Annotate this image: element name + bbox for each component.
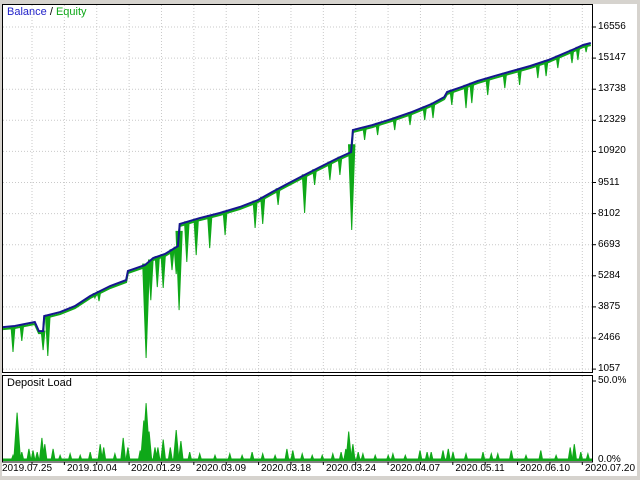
y-axis-label: 10920: [598, 145, 626, 156]
x-axis-label: 2020.03.09: [195, 463, 247, 474]
deposit-load-max-label: 50.0%: [598, 375, 627, 386]
y-axis-label: 3875: [598, 301, 621, 312]
balance-equity-chart[interactable]: [0, 0, 640, 480]
strategy-tester-report-window: Balance / Equity Deposit Load 50.0% 0.0%…: [0, 0, 640, 480]
x-axis-label: 2020.03.18: [260, 463, 312, 474]
x-axis-label: 2020.06.10: [519, 463, 571, 474]
y-axis-label: 16556: [598, 21, 626, 32]
y-axis-label: 12329: [598, 114, 626, 125]
y-axis-label: 2466: [598, 332, 621, 343]
y-axis-label: 6693: [598, 239, 621, 250]
x-axis-label: 2019.10.04: [66, 463, 118, 474]
deposit-load-title: Deposit Load: [7, 377, 72, 389]
legend-equity-label: Equity: [55, 6, 87, 18]
x-axis-label: 2020.01.29: [130, 463, 182, 474]
y-axis-label: 13738: [598, 83, 626, 94]
x-axis-label: 2020.07.20: [584, 463, 636, 474]
y-axis-label: 15147: [598, 52, 626, 63]
x-axis-label: 2019.07.25: [1, 463, 53, 474]
x-axis-label: 2020.03.24: [325, 463, 377, 474]
y-axis-label: 9511: [598, 177, 620, 188]
y-axis-label: 5284: [598, 270, 621, 281]
chart-legend: Balance / Equity: [7, 6, 87, 18]
y-axis-label: 8102: [598, 208, 621, 219]
legend-separator: /: [46, 6, 56, 18]
legend-balance-label: Balance: [7, 6, 47, 18]
y-axis-label: 1057: [598, 363, 621, 374]
x-axis-label: 2020.04.07: [389, 463, 441, 474]
x-axis-label: 2020.05.11: [455, 463, 505, 474]
